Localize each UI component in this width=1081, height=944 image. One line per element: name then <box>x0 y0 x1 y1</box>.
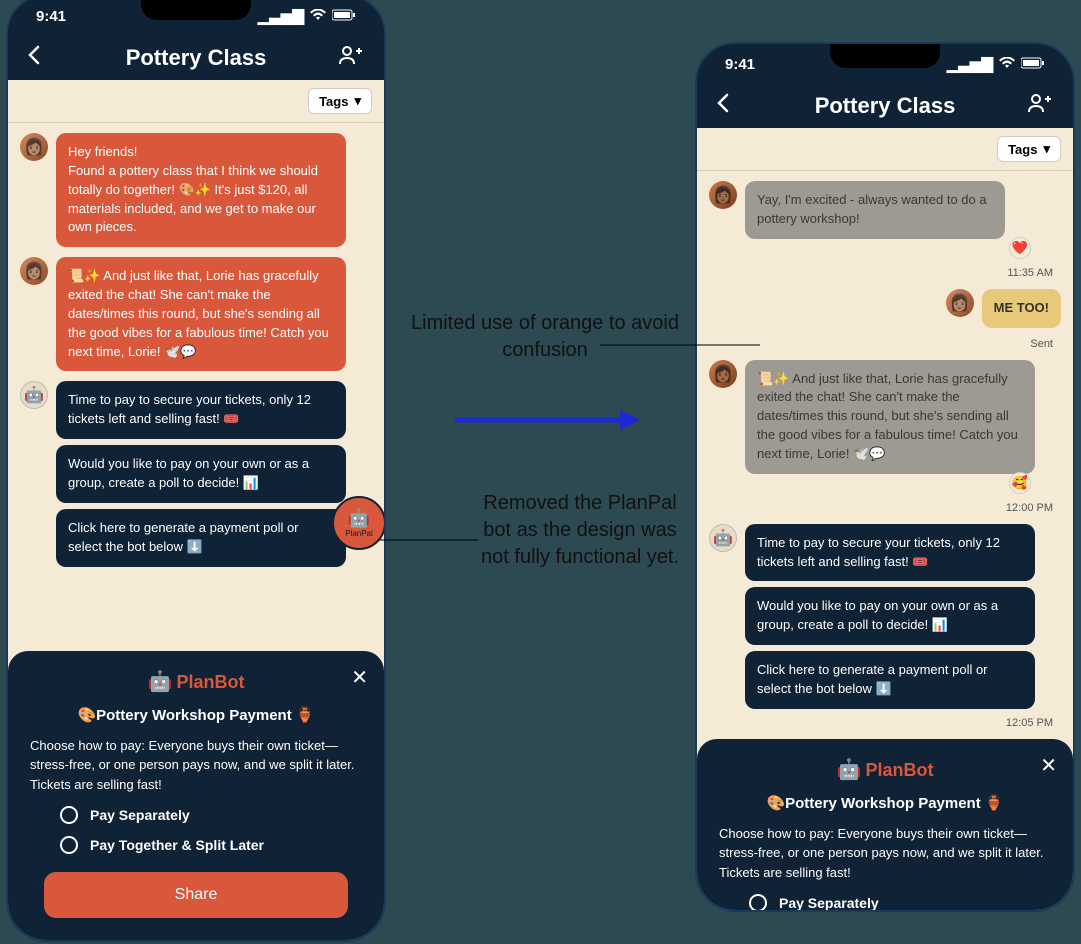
battery-icon <box>332 8 356 25</box>
tags-label: Tags <box>319 94 348 109</box>
nav-bar: Pottery Class <box>697 84 1073 128</box>
back-button[interactable] <box>715 93 743 119</box>
option-label: Pay Separately <box>90 807 190 823</box>
bot-bubble-stack: Time to pay to secure your tickets, only… <box>56 381 346 566</box>
option-label: Pay Together & Split Later <box>90 837 264 853</box>
message-row: 🤖 Time to pay to secure your tickets, on… <box>20 381 372 566</box>
bot-bubble-stack: Time to pay to secure your tickets, only… <box>745 524 1035 709</box>
message-row: 👩🏾 Yay, I'm excited - always wanted to d… <box>709 181 1061 239</box>
sheet-description: Choose how to pay: Everyone buys their o… <box>719 824 1051 883</box>
sheet-title: 🎨Pottery Workshop Payment 🏺 <box>719 794 1051 812</box>
status-bar: 9:41 ▁▃▅▇ <box>697 44 1073 84</box>
status-time: 9:41 <box>725 56 755 73</box>
avatar[interactable]: 👩🏾 <box>709 181 737 209</box>
avatar[interactable]: 👩🏽 <box>20 257 48 285</box>
avatar-self[interactable]: 👩🏽 <box>946 289 974 317</box>
message-row-self: 👩🏽 ME TOO! <box>709 289 1061 328</box>
signal-icon: ▁▃▅▇ <box>947 55 993 73</box>
status-icons: ▁▃▅▇ <box>258 7 356 25</box>
annotation-planpal: Removed the PlanPal bot as the design wa… <box>470 490 690 571</box>
wifi-icon <box>999 56 1015 73</box>
chat-body: Tags ▾ 👩🏽 Hey friends! Found a pottery c… <box>8 80 384 940</box>
pay-separately-option[interactable]: Pay Separately <box>719 894 1051 910</box>
close-icon[interactable]: ✕ <box>351 665 368 690</box>
message-bubble: 📜✨ And just like that, Lorie has gracefu… <box>745 360 1035 474</box>
robot-icon: 🤖 <box>837 759 862 781</box>
tags-label: Tags <box>1008 142 1037 157</box>
tags-dropdown[interactable]: Tags ▾ <box>997 136 1061 162</box>
tags-dropdown[interactable]: Tags ▾ <box>308 88 372 114</box>
status-bar: 9:41 ▁▃▅▇ <box>8 0 384 36</box>
chat-body: Tags ▾ 👩🏾 Yay, I'm excited - always want… <box>697 128 1073 910</box>
phone-before: 9:41 ▁▃▅▇ Pottery Class Tags ▾ <box>6 0 386 942</box>
planbot-sheet: ✕ 🤖PlanBot 🎨Pottery Workshop Payment 🏺 C… <box>697 739 1073 910</box>
close-icon[interactable]: ✕ <box>1040 753 1057 778</box>
message-row: 👩🏾 📜✨ And just like that, Lorie has grac… <box>709 360 1061 474</box>
connector-line <box>600 340 760 350</box>
chevron-down-icon: ▾ <box>354 93 361 109</box>
messages-list: 👩🏽 Hey friends! Found a pottery class th… <box>8 123 384 577</box>
timestamp: 12:00 PM <box>709 502 1061 514</box>
add-person-icon[interactable] <box>338 45 366 71</box>
radio-icon <box>749 894 767 910</box>
transition-arrow-icon <box>455 405 640 435</box>
timestamp: 11:35 AM <box>709 267 1061 279</box>
tags-row: Tags ▾ <box>8 80 384 123</box>
fab-label: PlanPal <box>345 529 373 538</box>
phone-after: 9:41 ▁▃▅▇ Pottery Class Tags ▾ <box>695 42 1075 912</box>
sent-status: Sent <box>709 338 1061 350</box>
status-time: 9:41 <box>36 8 66 25</box>
reaction-face[interactable]: 🥰 <box>1009 472 1031 494</box>
bot-message: Time to pay to secure your tickets, only… <box>745 524 1035 582</box>
nav-bar: Pottery Class <box>8 36 384 80</box>
notch <box>141 0 251 20</box>
radio-icon <box>60 806 78 824</box>
message-row: 👩🏽 📜✨ And just like that, Lorie has grac… <box>20 257 372 371</box>
message-bubble: Yay, I'm excited - always wanted to do a… <box>745 181 1005 239</box>
pay-separately-option[interactable]: Pay Separately <box>30 806 362 824</box>
signal-icon: ▁▃▅▇ <box>258 7 304 25</box>
bot-message: Time to pay to secure your tickets, only… <box>56 381 346 439</box>
reaction-heart[interactable]: ❤️ <box>1009 237 1031 259</box>
chevron-down-icon: ▾ <box>1043 141 1050 157</box>
avatar[interactable]: 👩🏾 <box>709 360 737 388</box>
planbot-brand: 🤖PlanBot <box>30 669 362 694</box>
battery-icon <box>1021 56 1045 73</box>
bot-avatar[interactable]: 🤖 <box>709 524 737 552</box>
back-button[interactable] <box>26 45 54 71</box>
annotation-orange: Limited use of orange to avoid confusion <box>410 310 680 364</box>
message-bubble-self: ME TOO! <box>982 289 1061 328</box>
message-row: 🤖 Time to pay to secure your tickets, on… <box>709 524 1061 709</box>
share-button[interactable]: Share <box>44 872 348 918</box>
page-title: Pottery Class <box>54 45 338 71</box>
sheet-description: Choose how to pay: Everyone buys their o… <box>30 736 362 795</box>
message-bubble: Hey friends! Found a pottery class that … <box>56 133 346 247</box>
avatar[interactable]: 👩🏽 <box>20 133 48 161</box>
robot-icon: 🤖 <box>148 671 173 693</box>
sheet-title: 🎨Pottery Workshop Payment 🏺 <box>30 706 362 724</box>
message-row: 👩🏽 Hey friends! Found a pottery class th… <box>20 133 372 247</box>
radio-icon <box>60 836 78 854</box>
notch <box>830 44 940 68</box>
timestamp: 12:05 PM <box>709 717 1061 729</box>
bot-avatar[interactable]: 🤖 <box>20 381 48 409</box>
wifi-icon <box>310 8 326 25</box>
add-person-icon[interactable] <box>1027 93 1055 119</box>
page-title: Pottery Class <box>743 93 1027 119</box>
messages-list: 👩🏾 Yay, I'm excited - always wanted to d… <box>697 171 1073 739</box>
robot-icon: 🤖 <box>348 508 370 529</box>
tags-row: Tags ▾ <box>697 128 1073 171</box>
connector-line <box>378 535 478 545</box>
planbot-brand: 🤖PlanBot <box>719 757 1051 782</box>
status-icons: ▁▃▅▇ <box>947 55 1045 73</box>
option-label: Pay Separately <box>779 895 879 910</box>
planbot-sheet: ✕ 🤖PlanBot 🎨Pottery Workshop Payment 🏺 C… <box>8 651 384 941</box>
bot-message: Would you like to pay on your own or as … <box>56 445 346 503</box>
pay-together-option[interactable]: Pay Together & Split Later <box>30 836 362 854</box>
bot-message: Would you like to pay on your own or as … <box>745 587 1035 645</box>
bot-message-link[interactable]: Click here to generate a payment poll or… <box>56 509 346 567</box>
message-bubble: 📜✨ And just like that, Lorie has gracefu… <box>56 257 346 371</box>
bot-message-link[interactable]: Click here to generate a payment poll or… <box>745 651 1035 709</box>
